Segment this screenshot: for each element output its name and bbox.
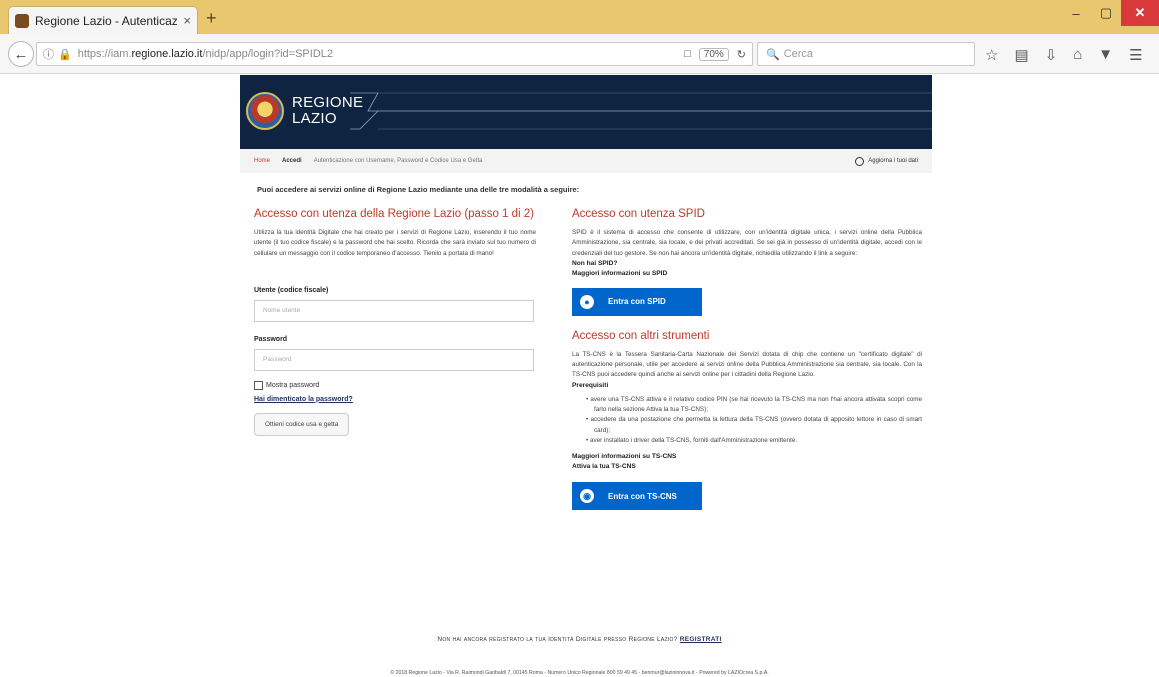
copyright-footer: © 2018 Regione Lazio - Via R. Raimondi G… bbox=[390, 670, 769, 676]
clipboard-icon[interactable]: ▤ bbox=[1014, 46, 1028, 64]
update-data-link[interactable]: Aggiorna i tuoi dati bbox=[855, 156, 918, 166]
show-password-label: Mostra password bbox=[266, 381, 320, 389]
spid-button-label: Entra con SPID bbox=[608, 297, 666, 307]
zoom-indicator[interactable]: 70% bbox=[698, 47, 729, 61]
browser-navbar: ← ⓘ 🔒 https://iam. regione.lazio.it/nidp/… bbox=[0, 34, 1159, 74]
tscns-button-label: Entra con TS-CNS bbox=[608, 491, 677, 501]
password-label: Password bbox=[254, 335, 288, 343]
no-spid-link[interactable]: Non hai SPID? bbox=[572, 259, 922, 269]
forgot-password-link[interactable]: Hai dimenticato la password? bbox=[254, 396, 536, 403]
search-placeholder: Cerca bbox=[783, 48, 814, 60]
regione-login-section: Accesso con utenza della Regione Lazio (… bbox=[254, 208, 536, 436]
menu-icon[interactable]: ☰ bbox=[1129, 46, 1142, 64]
url-path: /nidp/app/login?id=SPIDL2 bbox=[202, 48, 334, 60]
spid-login-button[interactable]: ● Entra con SPID bbox=[572, 287, 702, 316]
close-window-button[interactable]: ✕ bbox=[1121, 0, 1159, 26]
intro-text: Puoi accedere ai servizi online di Regio… bbox=[257, 185, 580, 194]
username-field[interactable]: Nome utente bbox=[254, 299, 534, 322]
maximize-button[interactable]: ▢ bbox=[1091, 0, 1121, 26]
spid-section: Accesso con utenza SPID SPID è il sistem… bbox=[572, 208, 922, 511]
toolbar-icons: ☆ ▤ ⇩ ⌂ ▼ ☰ bbox=[985, 46, 1143, 64]
home-icon[interactable]: ⌂ bbox=[1073, 46, 1082, 64]
pocket-icon[interactable]: ▼ bbox=[1098, 46, 1113, 64]
page-content: REGIONE LAZIO Home Accedi Autenticazione… bbox=[0, 75, 1159, 677]
breadcrumb-home[interactable]: Home bbox=[254, 158, 270, 164]
regione-login-title: Accesso con utenza della Regione Lazio (… bbox=[254, 208, 535, 220]
prereq-title: Prerequisiti bbox=[572, 381, 609, 389]
tscns-description: La TS-CNS è la Tessera Sanitaria-Carta N… bbox=[572, 350, 922, 379]
new-tab-button[interactable]: + bbox=[206, 8, 217, 29]
url-prefix: https://iam. bbox=[77, 48, 132, 60]
info-icon[interactable]: ⓘ bbox=[43, 46, 54, 62]
regione-login-description: Utilizza la tua identità Digitale che ha… bbox=[254, 229, 536, 257]
password-field[interactable]: Password bbox=[254, 348, 534, 371]
window-controls: – ▢ ✕ bbox=[1061, 0, 1159, 26]
breadcrumb: Home Accedi Autenticazione con Username,… bbox=[240, 149, 932, 173]
spid-info-link[interactable]: Maggiori informazioni su SPID bbox=[572, 269, 922, 279]
tscns-activate-link[interactable]: Attiva la tua TS-CNS bbox=[572, 462, 922, 472]
url-bar[interactable]: ⓘ 🔒 https://iam. regione.lazio.it/nidp/ap… bbox=[36, 42, 753, 66]
prereq-item: aver installato i driver della TS-CNS, f… bbox=[586, 436, 922, 446]
spid-user-icon: ● bbox=[580, 294, 594, 309]
otp-button[interactable]: Ottieni codice usa e getta bbox=[254, 412, 350, 436]
update-data-label: Aggiorna i tuoi dati bbox=[868, 158, 918, 164]
tab-title: Regione Lazio - Autenticazi bbox=[35, 13, 178, 28]
regione-lazio-logo[interactable] bbox=[246, 92, 284, 130]
tscns-card-icon: ◉ bbox=[580, 489, 594, 504]
tscns-login-button[interactable]: ◉ Entra con TS-CNS bbox=[572, 482, 702, 511]
reload-icon[interactable]: ↻ bbox=[737, 48, 746, 61]
favicon-icon bbox=[15, 13, 29, 28]
site-banner: REGIONE LAZIO bbox=[240, 75, 932, 149]
bookmark-star-icon[interactable]: ☆ bbox=[985, 46, 998, 64]
brand-line1: REGIONE bbox=[292, 94, 364, 111]
register-prompt: Non hai ancora registrato la tua Identit… bbox=[0, 636, 1159, 643]
checkbox-box[interactable] bbox=[254, 380, 263, 390]
lock-icon: 🔒 bbox=[58, 48, 72, 61]
user-icon bbox=[855, 156, 865, 166]
register-link[interactable]: REGISTRATI bbox=[680, 636, 722, 643]
browser-tab[interactable]: Regione Lazio - Autenticazi × bbox=[8, 6, 198, 34]
minimize-button[interactable]: – bbox=[1061, 0, 1091, 26]
prereq-item: accedere da una postazione che permetta … bbox=[586, 415, 922, 436]
tab-close-icon[interactable]: × bbox=[183, 13, 191, 28]
back-button[interactable]: ← bbox=[8, 41, 34, 67]
show-password-checkbox[interactable]: Mostra password bbox=[254, 380, 536, 390]
browser-tabbar: Regione Lazio - Autenticazi × + – ▢ ✕ bbox=[0, 0, 1159, 34]
breadcrumb-current: Autenticazione con Username, Password e … bbox=[313, 158, 483, 164]
brand-line2: LAZIO bbox=[292, 110, 337, 127]
url-domain: regione.lazio.it bbox=[131, 48, 203, 60]
breadcrumb-accedi[interactable]: Accedi bbox=[282, 158, 302, 164]
download-icon[interactable]: ⇩ bbox=[1045, 46, 1058, 64]
prereq-item: avere una TS-CNS attiva e il relativo co… bbox=[586, 395, 922, 416]
tscns-info-link[interactable]: Maggiori informazioni su TS-CNS bbox=[572, 452, 922, 462]
spid-title: Accesso con utenza SPID bbox=[572, 208, 705, 220]
register-text: Non hai ancora registrato la tua Identit… bbox=[437, 636, 678, 643]
reader-view-icon[interactable]: □ bbox=[684, 48, 691, 60]
username-label: Utente (codice fiscale) bbox=[254, 286, 329, 294]
spid-description: SPID è il sistema di accesso che consent… bbox=[572, 229, 922, 257]
search-icon: 🔍 bbox=[766, 48, 780, 61]
other-tools-title: Accesso con altri strumenti bbox=[572, 329, 710, 342]
brand-name[interactable]: REGIONE LAZIO bbox=[292, 95, 363, 127]
search-input[interactable]: 🔍 Cerca bbox=[757, 42, 975, 66]
prereq-list: avere una TS-CNS attiva e il relativo co… bbox=[572, 395, 922, 446]
